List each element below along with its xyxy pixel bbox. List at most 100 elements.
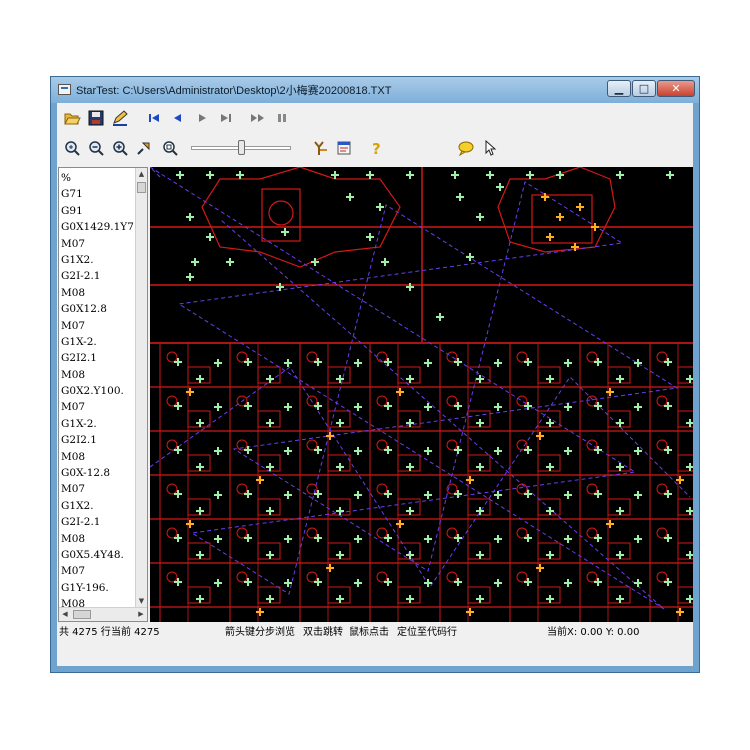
cut-outline — [656, 439, 668, 451]
save-icon[interactable] — [85, 107, 107, 129]
scroll-up-icon[interactable]: ▲ — [136, 168, 147, 180]
horizontal-scrollbar[interactable]: ◀ ▶ — [59, 607, 147, 621]
gcode-line[interactable]: M07 — [61, 481, 135, 497]
pierce-point-marker — [266, 375, 274, 383]
pointer-icon[interactable] — [479, 137, 501, 159]
svg-text:?: ? — [372, 140, 381, 157]
pierce-point-marker — [174, 402, 182, 410]
pierce-point-marker — [546, 463, 554, 471]
vertical-scrollbar[interactable]: ▲ ▼ — [135, 168, 147, 607]
pierce-point-marker — [406, 463, 414, 471]
gcode-line[interactable]: M08 — [61, 367, 135, 383]
maximize-button[interactable]: □ — [632, 80, 656, 97]
pierce-point-marker — [314, 490, 322, 498]
pierce-point-marker — [594, 402, 602, 410]
pierce-point-marker — [384, 578, 392, 586]
pause-icon[interactable] — [271, 107, 293, 129]
scroll-left-icon[interactable]: ◀ — [59, 608, 71, 621]
speed-slider[interactable] — [191, 140, 291, 155]
edit-icon[interactable] — [109, 107, 131, 129]
play-icon[interactable] — [191, 107, 213, 129]
open-folder-icon[interactable] — [61, 107, 83, 129]
gcode-line[interactable]: G2I-2.1 — [61, 268, 135, 284]
gcode-line[interactable]: G0X12.8 — [61, 301, 135, 317]
pierce-point-marker — [686, 507, 693, 515]
cut-outline — [166, 351, 178, 363]
pierce-point-marker — [616, 507, 624, 515]
last-icon[interactable] — [215, 107, 237, 129]
pierce-point-marker — [424, 535, 432, 543]
gcode-line[interactable]: G1X-2. — [61, 334, 135, 350]
gcode-line[interactable]: % — [61, 170, 135, 186]
gcode-line[interactable]: G0X2.Y100. — [61, 383, 135, 399]
pierce-point-marker — [384, 446, 392, 454]
pierce-point-marker — [664, 534, 672, 542]
gcode-line[interactable]: M07 — [61, 563, 135, 579]
gcode-line[interactable]: G1X2. — [61, 498, 135, 514]
gcode-list[interactable]: % G71 G91 G0X1429.1Y7 M07 G1X2. G2I-2.1 M08 G0X1… — [58, 167, 148, 622]
status-hint-arrows: 箭头键分步浏览 — [225, 627, 295, 638]
slider-thumb[interactable] — [238, 140, 245, 155]
cut-outline — [446, 395, 458, 407]
pierce-point-marker — [524, 490, 532, 498]
toolpath-canvas[interactable] — [150, 167, 693, 622]
cut-outline — [586, 351, 598, 363]
hscroll-thumb[interactable] — [73, 610, 91, 619]
gcode-line[interactable]: G2I-2.1 — [61, 514, 135, 530]
scroll-down-icon[interactable]: ▼ — [136, 595, 147, 607]
gcode-line[interactable]: G71 — [61, 186, 135, 202]
cut-outline — [201, 167, 401, 268]
first-icon[interactable] — [143, 107, 165, 129]
cut-outline — [656, 483, 668, 495]
gcode-line[interactable]: M08 — [61, 449, 135, 465]
gcode-line[interactable]: G2I2.1 — [61, 350, 135, 366]
pierce-point-marker — [244, 402, 252, 410]
cut-outline — [516, 351, 528, 363]
pierce-point-marker — [196, 375, 204, 383]
pierce-point-marker — [594, 358, 602, 366]
pierce-point-marker — [314, 534, 322, 542]
pierce-point-marker — [354, 491, 362, 499]
cut-outline — [236, 527, 248, 539]
vscroll-thumb[interactable] — [137, 182, 146, 193]
info-icon[interactable] — [333, 137, 355, 159]
title-bar[interactable]: StarTest: C:\Users\Administrator\Desktop… — [51, 77, 699, 103]
cut-outline — [656, 571, 668, 583]
gcode-line[interactable]: G0X1429.1Y7 — [61, 219, 135, 235]
settings-icon[interactable] — [309, 137, 331, 159]
gcode-line[interactable]: G1X-2. — [61, 416, 135, 432]
zoom-window-icon[interactable] — [159, 137, 181, 159]
fast-forward-icon[interactable] — [247, 107, 269, 129]
gcode-line[interactable]: G1Y-196. — [61, 580, 135, 596]
cut-outline — [306, 439, 318, 451]
gcode-line[interactable]: M08 — [61, 285, 135, 301]
gcode-line[interactable]: G2I2.1 — [61, 432, 135, 448]
close-button[interactable]: ✕ — [657, 80, 695, 97]
gcode-line[interactable]: M08 — [61, 531, 135, 547]
chat-icon[interactable] — [455, 137, 477, 159]
pierce-point-marker — [664, 402, 672, 410]
help-icon[interactable]: ? — [365, 137, 387, 159]
cut-outline — [516, 527, 528, 539]
pan-icon[interactable] — [133, 137, 155, 159]
gcode-line[interactable]: M07 — [61, 399, 135, 415]
zoom-fit-icon[interactable] — [61, 137, 83, 159]
gcode-line[interactable]: M07 — [61, 318, 135, 334]
pierce-point-marker — [186, 213, 194, 221]
gcode-line[interactable]: G1X2. — [61, 252, 135, 268]
zoom-out-icon[interactable] — [85, 137, 107, 159]
zoom-in-icon[interactable] — [109, 137, 131, 159]
pierce-point-marker — [326, 564, 334, 572]
minimize-button[interactable]: ▁ — [607, 80, 631, 97]
gcode-line[interactable]: M07 — [61, 236, 135, 252]
gcode-line[interactable]: G91 — [61, 203, 135, 219]
pierce-point-marker — [676, 476, 684, 484]
pierce-point-marker — [454, 490, 462, 498]
pierce-point-marker — [314, 446, 322, 454]
pierce-point-marker — [191, 258, 199, 266]
gcode-line[interactable]: G0X-12.8 — [61, 465, 135, 481]
gcode-line[interactable]: G0X5.4Y48. — [61, 547, 135, 563]
prev-icon[interactable] — [167, 107, 189, 129]
scroll-right-icon[interactable]: ▶ — [135, 608, 147, 621]
cut-outline — [656, 395, 668, 407]
